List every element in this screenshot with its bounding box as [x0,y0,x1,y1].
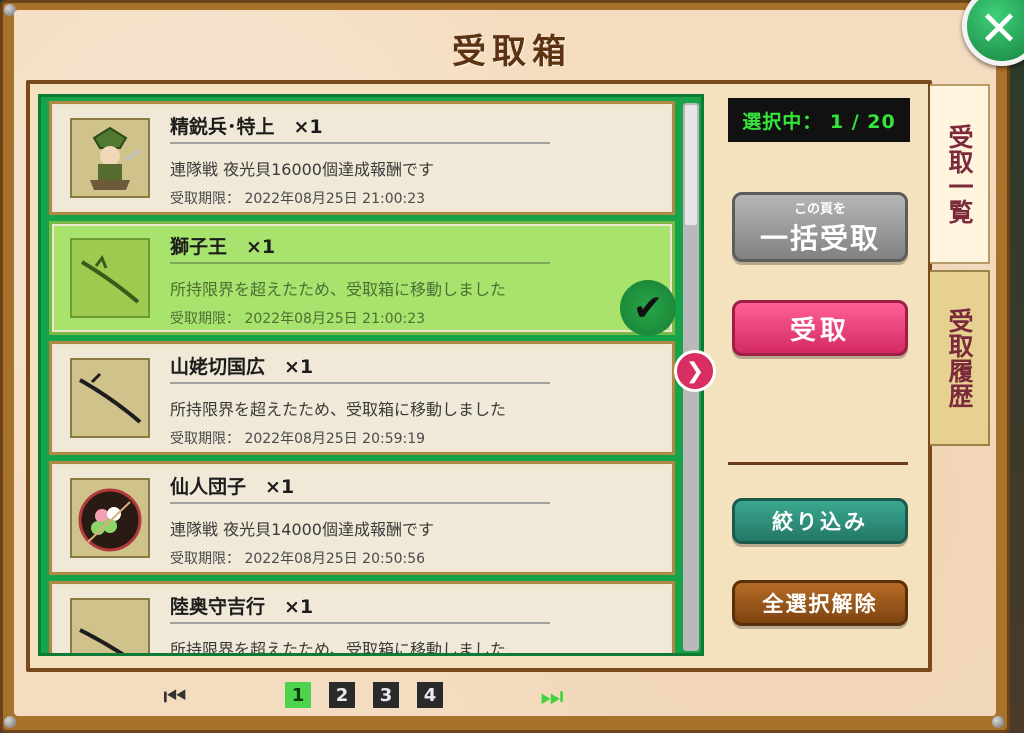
item-divider [170,262,550,264]
rivet [4,716,16,728]
bulk-receive-sublabel: この頁を [793,201,846,217]
soldier-icon [70,118,150,198]
item-divider [170,382,550,384]
dango-icon [70,478,150,558]
item-name: 山姥切国広 ×1 [170,356,314,378]
receive-button[interactable]: 受取 [732,300,908,356]
item-name: 獅子王 ×1 [170,236,276,258]
sword-icon [70,238,150,318]
scrollbar-thumb[interactable] [685,105,697,225]
item-divider [170,142,550,144]
section-divider [728,462,908,465]
item-divider [170,622,550,624]
checkmark-icon: ✔ [620,280,676,336]
item-name: 陸奥守吉行 ×1 [170,596,314,618]
list-item[interactable]: 仙人団子 ×1 連隊戦 夜光貝14000個達成報酬です 受取期限： 2022年0… [49,461,675,575]
page-button[interactable]: 3 [373,682,399,708]
chevron-right-icon[interactable]: ❯ [674,350,716,392]
tab-receive-list-label: 受取一覧 [945,124,974,224]
item-description: 所持限界を超えたため、受取箱に移動しました [170,280,507,299]
tab-receive-list[interactable]: 受取一覧 [930,84,990,264]
bulk-receive-label: 一括受取 [759,221,880,255]
item-name: 精鋭兵･特上 ×1 [170,116,323,138]
item-description: 連隊戦 夜光貝14000個達成報酬です [170,520,434,539]
item-expiry: 受取期限： 2022年08月25日 21:00:23 [170,191,426,207]
page-button[interactable]: 1 [285,682,311,708]
first-page-icon[interactable]: ⏮ [160,682,190,712]
deselect-all-button[interactable]: 全選択解除 [732,580,908,626]
item-list-inner: 精鋭兵･特上 ×1 連隊戦 夜光貝16000個達成報酬です 受取期限： 2022… [43,97,677,653]
list-item[interactable]: 陸奥守吉行 ×1 所持限界を超えたため、受取箱に移動しました [49,581,675,656]
item-description: 所持限界を超えたため、受取箱に移動しました [170,400,507,419]
item-description: 連隊戦 夜光貝16000個達成報酬です [170,160,434,179]
list-item[interactable]: 精鋭兵･特上 ×1 連隊戦 夜光貝16000個達成報酬です 受取期限： 2022… [49,101,675,215]
item-description: 所持限界を超えたため、受取箱に移動しました [170,640,507,656]
page-button[interactable]: 2 [329,682,355,708]
list-item-selected[interactable]: 獅子王 ×1 所持限界を超えたため、受取箱に移動しました 受取期限： 2022年… [49,221,676,336]
page-button[interactable]: 4 [417,682,443,708]
bulk-receive-button[interactable]: この頁を 一括受取 [732,192,908,262]
list-item[interactable]: 山姥切国広 ×1 所持限界を超えたため、受取箱に移動しました 受取期限： 202… [49,341,675,455]
item-expiry: 受取期限： 2022年08月25日 20:50:56 [170,551,426,567]
rivet [992,716,1004,728]
item-name: 仙人団子 ×1 [170,476,295,498]
selection-counter: 選択中： 1 / 20 [728,98,910,142]
item-list: 精鋭兵･特上 ×1 連隊戦 夜光貝16000個達成報酬です 受取期限： 2022… [38,94,704,656]
filter-button[interactable]: 絞り込み [732,498,908,544]
item-divider [170,502,550,504]
item-expiry: 受取期限： 2022年08月25日 20:59:19 [170,431,426,447]
close-icon: ✕ [978,1,1020,57]
tab-receive-history-label: 受取履歴 [945,308,974,408]
item-expiry: 受取期限： 2022年08月25日 21:00:23 [170,311,426,327]
sword-icon [70,598,150,653]
tab-receive-history[interactable]: 受取履歴 [930,270,990,446]
sword-icon [70,358,150,438]
last-page-icon[interactable]: ⏭ [537,682,567,712]
dialog-title: 受取箱 [452,32,572,72]
